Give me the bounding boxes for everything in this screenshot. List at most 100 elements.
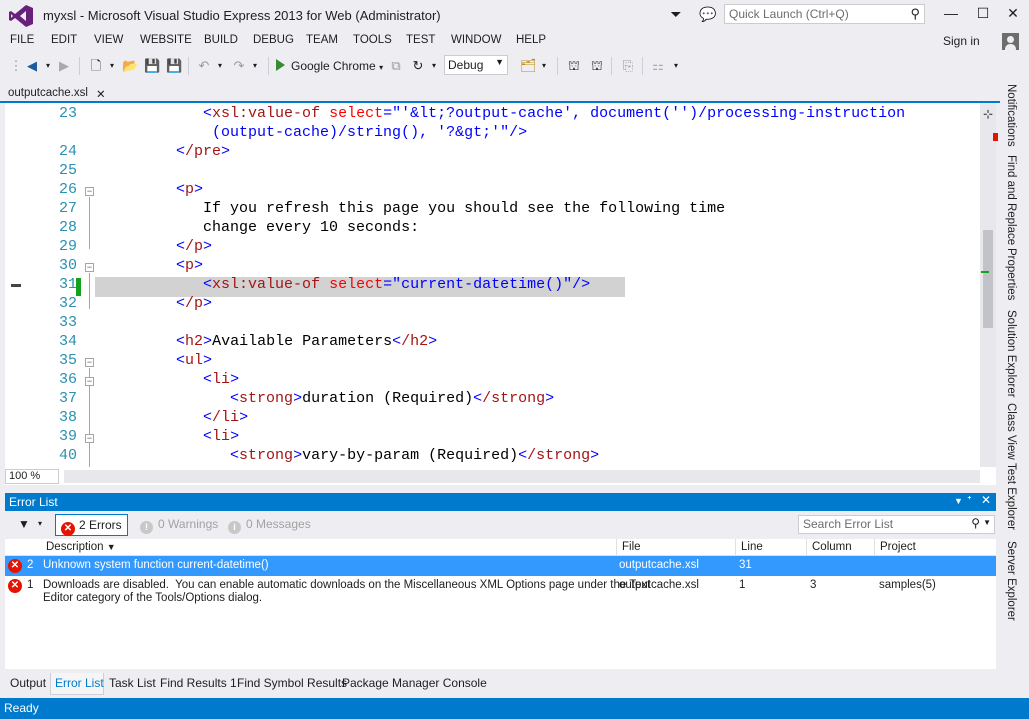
find-dropdown-icon[interactable]: ▾ [536,57,552,75]
errors-filter-button[interactable]: ✕ 2 Errors [55,514,128,536]
run-browser-button[interactable]: Google Chrome ▾ [276,57,383,75]
code-editor[interactable]: 23 24 25 26 27 28 29 30 31 32 33 34 35 3… [5,103,996,467]
back-dropdown-icon[interactable]: ▾ [40,57,56,75]
quick-launch-input[interactable]: Quick Launch (Ctrl+Q) ⚲ [724,4,925,24]
refresh-dropdown-icon[interactable]: ▾ [426,57,442,75]
toolbar-overflow-icon[interactable]: ▾ [668,57,684,75]
tab-find-results-1[interactable]: Find Results 1 [160,676,237,690]
feedback-icon[interactable]: 💬 [699,5,717,23]
column-header-column[interactable]: Column [812,541,852,553]
find-in-files-icon[interactable]: 🗂 [520,57,537,75]
close-tab-icon[interactable]: ✕ [96,87,106,101]
menu-website[interactable]: WEBSITE [140,34,192,46]
pin-icon[interactable]: ᐩ [967,493,972,507]
side-tab-test-explorer[interactable]: Test Explorer [1005,463,1017,530]
code-token: /li [212,409,240,426]
new-project-icon[interactable]: 🗋 [88,57,104,75]
split-editor-icon[interactable]: ⊹ [983,107,993,121]
collapse-toggle[interactable]: − [85,377,94,386]
undo-icon[interactable]: ↶ [196,57,212,75]
line-number: 33 [58,314,77,331]
errors-count-label: 2 Errors [79,518,122,532]
undo-dropdown-icon[interactable]: ▾ [212,57,228,75]
error-file: outputcache.xsl [619,579,699,591]
tab-error-list[interactable]: Error List [55,676,104,690]
menu-test[interactable]: TEST [406,34,435,46]
menu-window[interactable]: WINDOW [451,34,501,46]
close-button[interactable]: ✕ [996,2,1029,24]
collapse-toggle[interactable]: − [85,187,94,196]
zoom-level[interactable]: 100 % [5,469,59,484]
open-file-icon[interactable]: 📂 [122,57,138,75]
minimize-button[interactable]: — [934,2,968,24]
quick-launch-placeholder: Quick Launch (Ctrl+Q) [729,7,849,21]
redo-icon[interactable]: ↷ [231,57,247,75]
sort-desc-icon: ▼ [106,542,116,552]
close-panel-icon[interactable]: ✕ [981,493,991,507]
save-icon[interactable]: 💾 [144,57,160,75]
menu-tools[interactable]: TOOLS [353,34,392,46]
format-icon[interactable]: ⚏ [650,57,666,75]
filter-dropdown-icon[interactable]: ▾ [33,514,47,536]
tab-task-list[interactable]: Task List [109,676,156,690]
sign-in-link[interactable]: Sign in [943,34,980,48]
new-dropdown-icon[interactable]: ▾ [104,57,120,75]
side-tab-solution-explorer[interactable]: Solution Explorer [1005,310,1017,398]
navigate-back-icon[interactable]: ◀ [24,57,40,75]
browser-link-icon[interactable]: ⧉ [388,57,404,75]
notification-flag-icon[interactable]: ⏷ [667,5,685,23]
column-header-file[interactable]: File [622,541,641,553]
side-tab-class-view[interactable]: Class View [1005,403,1017,460]
redo-dropdown-icon[interactable]: ▾ [247,57,263,75]
chevron-down-icon[interactable]: ▼ [983,518,991,527]
run-target-dropdown-icon[interactable]: ▾ [379,63,383,72]
menu-edit[interactable]: EDIT [51,34,77,46]
code-token: xsl:value-of [212,276,321,293]
status-text: Ready [4,701,39,715]
line-number: 36 [58,371,77,388]
comment-icon[interactable]: ⎘ [620,57,636,75]
side-tab-server-explorer[interactable]: Server Explorer [1005,541,1017,621]
menu-file[interactable]: FILE [10,34,34,46]
configuration-select[interactable]: Debug ▼ [444,55,508,75]
document-tab[interactable]: outputcache.xsl ✕ [4,86,108,103]
side-tab-properties[interactable]: Properties [1005,248,1017,300]
error-column: 3 [810,579,817,591]
build-all-icon[interactable]: ⛫ [589,57,605,75]
side-tab-find-replace[interactable]: Find and Replace [1005,155,1017,245]
maximize-button[interactable]: ☐ [966,2,1000,24]
column-header-project[interactable]: Project [880,541,916,553]
build-icon[interactable]: ⛫ [566,57,582,75]
editor-horizontal-scrollbar[interactable] [64,470,980,483]
side-tab-notifications[interactable]: Notifications [1005,84,1017,147]
account-avatar-icon[interactable] [1002,33,1019,50]
code-line: <p> [176,257,204,274]
filter-icon[interactable]: ▼ [13,514,35,536]
column-header-line[interactable]: Line [741,541,763,553]
code-token: /p [185,238,204,255]
scroll-thumb[interactable] [983,230,993,328]
messages-filter-button[interactable]: i 0 Messages [223,514,316,536]
window-position-icon[interactable]: ▼ [954,496,963,506]
tab-package-manager-console[interactable]: Package Manager Console [342,676,487,690]
collapse-toggle[interactable]: − [85,358,94,367]
error-marker[interactable] [993,133,998,141]
refresh-icon[interactable]: ↻ [410,57,426,75]
collapse-toggle[interactable]: − [85,263,94,272]
navigate-forward-icon[interactable]: ▶ [56,57,72,75]
save-all-icon[interactable]: 💾 [166,57,182,75]
menu-build[interactable]: BUILD [204,34,238,46]
error-list-search-input[interactable]: Search Error List ⚲ ▼ [798,515,995,534]
visual-studio-logo-icon [9,5,33,27]
tab-output[interactable]: Output [10,676,46,690]
column-header-description[interactable]: Description ▼ [46,541,116,553]
menu-view[interactable]: VIEW [94,34,123,46]
menu-debug[interactable]: DEBUG [253,34,294,46]
menu-team[interactable]: TEAM [306,34,338,46]
warnings-filter-button[interactable]: ! 0 Warnings [135,514,223,536]
code-line: (output-cache)/string(), '?&gt;'"/> [95,124,527,141]
tab-find-symbol-results[interactable]: Find Symbol Results [237,676,347,690]
menu-help[interactable]: HELP [516,34,546,46]
collapse-toggle[interactable]: − [85,434,94,443]
code-token: li [212,371,231,388]
